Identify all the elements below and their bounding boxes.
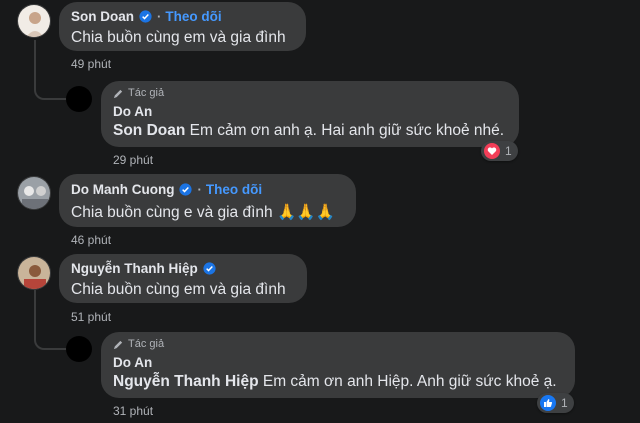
reaction-badge[interactable]: 1 [481,141,518,161]
author-tag: Tác giả [113,87,507,99]
avatar[interactable] [17,256,51,290]
author-tag-label: Tác giả [128,338,165,350]
reaction-count: 1 [505,144,512,158]
separator-dot: · [157,9,162,24]
author-tag-label: Tác giả [128,87,165,99]
verified-icon [139,10,152,23]
reply-bubble: Tác giả Do An Nguyễn Thanh Hiệp Em cảm ơ… [101,332,575,398]
avatar[interactable] [17,176,51,210]
comment-text: Chia buồn cùng em và gia đình [71,281,286,298]
mention-link[interactable]: Son Doan [113,122,185,139]
reply-text: Em cảm ơn anh Hiệp. Anh giữ sức khoẻ ạ. [262,373,557,390]
avatar[interactable] [17,4,51,38]
verified-icon [203,262,216,275]
reply-text: Em cảm ơn anh ạ. Hai anh giữ sức khoẻ nh… [189,122,505,139]
reaction-badge[interactable]: 1 [537,393,574,413]
commenter-name[interactable]: Son Doan [71,9,134,24]
follow-button[interactable]: Theo dõi [165,9,221,24]
reaction-count: 1 [561,396,568,410]
reply-time[interactable]: 29 phút [113,153,153,167]
comment-bubble: Nguyễn Thanh Hiệp Chia buồn cùng em và g… [59,254,307,303]
comment-text: Chia buồn cùng em và gia đình [71,29,286,46]
commenter-name[interactable]: Do An [113,104,152,119]
avatar[interactable] [66,86,92,112]
separator-dot: · [197,182,202,197]
like-icon [540,395,556,411]
comment-time[interactable]: 46 phút [71,233,111,247]
comment-text: Chia buồn cùng e và gia đình 🙏🙏🙏 [71,204,335,221]
commenter-name[interactable]: Do An [113,355,152,370]
follow-button[interactable]: Theo dõi [206,182,262,197]
comment-time[interactable]: 49 phút [71,57,111,71]
avatar[interactable] [66,336,92,362]
comment-time[interactable]: 51 phút [71,310,111,324]
thread-line [34,290,70,350]
commenter-name[interactable]: Nguyễn Thanh Hiệp [71,261,198,276]
pencil-icon [113,340,123,349]
pencil-icon [113,89,123,98]
mention-link[interactable]: Nguyễn Thanh Hiệp [113,373,259,390]
comment-bubble: Son Doan · Theo dõi Chia buồn cùng em và… [59,2,306,51]
author-tag: Tác giả [113,338,563,350]
love-icon [484,143,500,159]
thread-line [34,40,70,100]
reply-time[interactable]: 31 phút [113,404,153,418]
reply-bubble: Tác giả Do An Son Doan Em cảm ơn anh ạ. … [101,81,519,147]
commenter-name[interactable]: Do Manh Cuong [71,182,174,197]
comment-bubble: Do Manh Cuong · Theo dõi Chia buồn cùng … [59,174,356,227]
verified-icon [179,183,193,196]
